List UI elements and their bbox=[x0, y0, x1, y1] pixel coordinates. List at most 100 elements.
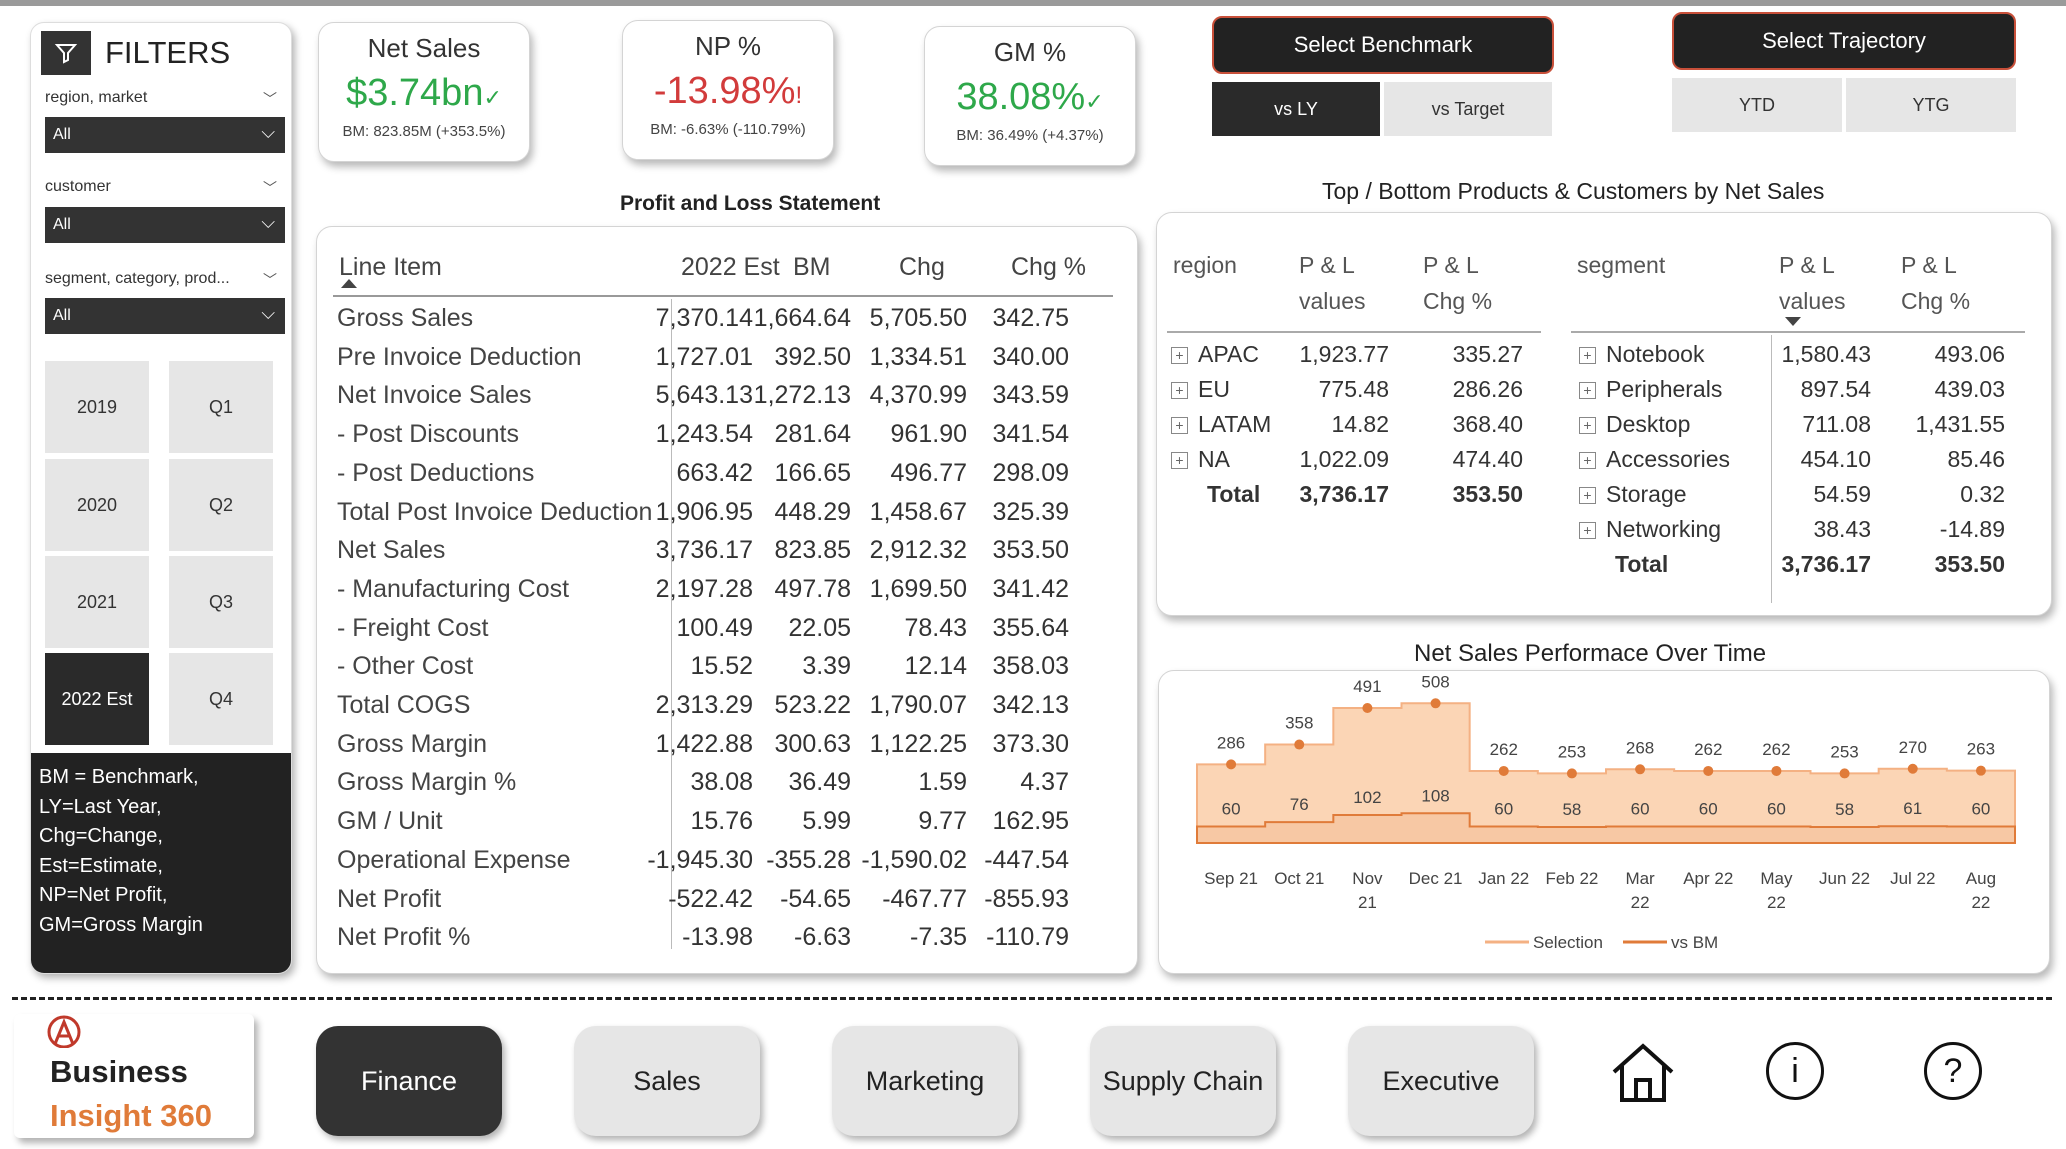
table-row[interactable]: Pre Invoice Deduction 1,727.01 392.50 1,334… bbox=[317, 343, 1107, 382]
table-row[interactable]: - Post Deductions 663.42 166.65 496.77 298.0… bbox=[317, 459, 1107, 498]
table-row[interactable]: Net Invoice Sales 5,643.13 1,272.13 4,370.9… bbox=[317, 381, 1107, 420]
trajectory-option-ytd[interactable]: YTD bbox=[1672, 78, 1842, 132]
chart-panel: 286 358 491 508 262 253 268 262 262 253 270 263 60 76… bbox=[1158, 670, 2050, 974]
expand-icon[interactable]: + bbox=[1171, 382, 1188, 400]
segment-row-desktop[interactable]: + Desktop bbox=[1579, 411, 1690, 438]
nav-executive[interactable]: Executive bbox=[1348, 1026, 1534, 1136]
region-chg: 368.40 bbox=[1452, 411, 1523, 437]
help-icon[interactable]: ? bbox=[1924, 1042, 1982, 1100]
footer-divider bbox=[12, 997, 2052, 1000]
expand-icon[interactable]: + bbox=[1579, 522, 1596, 540]
expand-icon[interactable]: + bbox=[1171, 347, 1188, 365]
segment-row-networking[interactable]: + Networking bbox=[1579, 516, 1721, 543]
region-row-latam[interactable]: + LATAM bbox=[1171, 411, 1271, 438]
expand-icon[interactable]: + bbox=[1579, 487, 1596, 505]
pl-header-chg-pct[interactable]: Chg % bbox=[1011, 253, 1086, 282]
customer-dropdown[interactable]: All ⌵ bbox=[45, 207, 285, 243]
benchmark-data-label: 60 bbox=[1699, 800, 1718, 819]
region-chg: 474.40 bbox=[1452, 446, 1523, 472]
legend-line: GM=Gross Margin bbox=[39, 913, 203, 936]
expand-icon[interactable]: + bbox=[1579, 382, 1596, 400]
pl-header-chg[interactable]: Chg bbox=[899, 253, 945, 282]
expand-icon[interactable]: + bbox=[1171, 417, 1188, 435]
region-row-eu[interactable]: + EU bbox=[1171, 376, 1230, 403]
year-tile-2019[interactable]: 2019 bbox=[45, 361, 149, 453]
check-icon: ✓ bbox=[1085, 89, 1104, 114]
kpi-value: $3.74bn✓ bbox=[346, 72, 502, 114]
segment-total-value: 3,736.17 bbox=[1781, 551, 1871, 577]
table-row[interactable]: Total Post Invoice Deduction 1,906.95 448.… bbox=[317, 498, 1107, 537]
table-row[interactable]: GM / Unit 15.76 5.99 9.77 162.95 bbox=[317, 807, 1107, 846]
benchmark-data-label: 102 bbox=[1353, 788, 1381, 807]
table-row[interactable]: Net Profit -522.42 -54.65 -467.77 -855.93 bbox=[317, 885, 1107, 924]
select-trajectory-button[interactable]: Select Trajectory bbox=[1672, 12, 2016, 70]
benchmark-data-label: 58 bbox=[1835, 800, 1854, 819]
segment-row-notebook[interactable]: + Notebook bbox=[1579, 341, 1704, 368]
segment-row-peripherals[interactable]: + Peripherals bbox=[1579, 376, 1722, 403]
chevron-down-icon: ﹀ bbox=[263, 91, 277, 107]
kpi-benchmark: BM: -6.63% (-110.79%) bbox=[650, 121, 806, 138]
filter-label-customer[interactable]: customer ﹀ bbox=[45, 178, 277, 196]
selection-point bbox=[1703, 765, 1714, 776]
table-row[interactable]: - Post Discounts 1,243.54 281.64 961.90 341.… bbox=[317, 420, 1107, 459]
year-tile-2020[interactable]: 2020 bbox=[45, 459, 149, 551]
table-row[interactable]: Gross Margin % 38.08 36.49 1.59 4.37 bbox=[317, 768, 1107, 807]
region-values-header[interactable]: P & L values bbox=[1299, 247, 1395, 319]
sort-ascending-icon bbox=[341, 279, 357, 288]
x-tick-label: 21 bbox=[1358, 893, 1377, 912]
nav-finance[interactable]: Finance bbox=[316, 1026, 502, 1136]
table-row[interactable]: Gross Margin 1,422.88 300.63 1,122.25 373.30 bbox=[317, 730, 1107, 769]
region-dropdown[interactable]: All ⌵ bbox=[45, 117, 285, 153]
nav-sales[interactable]: Sales bbox=[574, 1026, 760, 1136]
table-row[interactable]: - Other Cost 15.52 3.39 12.14 358.03 bbox=[317, 652, 1107, 691]
segment-chg: 85.46 bbox=[1947, 446, 2005, 472]
x-tick-label: Mar bbox=[1625, 869, 1655, 888]
segment-row-accessories[interactable]: + Accessories bbox=[1579, 446, 1730, 473]
benchmark-option-vs-target[interactable]: vs Target bbox=[1384, 82, 1552, 136]
segment-header[interactable]: segment bbox=[1577, 247, 1665, 283]
header-divider bbox=[333, 295, 1113, 297]
filter-label-region[interactable]: region, market ﹀ bbox=[45, 89, 277, 107]
year-tile-2021[interactable]: 2021 bbox=[45, 556, 149, 648]
table-row[interactable]: Total COGS 2,313.29 523.22 1,790.07 342.13 bbox=[317, 691, 1107, 730]
pl-header-line-item[interactable]: Line Item bbox=[339, 253, 442, 282]
quarter-tile-q1[interactable]: Q1 bbox=[169, 361, 273, 453]
year-tile-2022-est[interactable]: 2022 Est bbox=[45, 653, 149, 745]
region-chg-header[interactable]: P & L Chg % bbox=[1423, 247, 1507, 319]
segment-row-storage[interactable]: + Storage bbox=[1579, 481, 1687, 508]
table-row[interactable]: Net Profit % -13.98 -6.63 -7.35 -110.79 bbox=[317, 923, 1107, 962]
segment-values-header[interactable]: P & L values bbox=[1779, 247, 1875, 319]
table-row[interactable]: Gross Sales 7,370.14 1,664.64 5,705.50 342.7… bbox=[317, 304, 1107, 343]
segment-chg-header[interactable]: P & L Chg % bbox=[1901, 247, 1985, 319]
region-row-na[interactable]: + NA bbox=[1171, 446, 1230, 473]
table-row[interactable]: Net Sales 3,736.17 823.85 2,912.32 353.50 bbox=[317, 536, 1107, 575]
expand-icon[interactable]: + bbox=[1579, 417, 1596, 435]
segment-value: 897.54 bbox=[1800, 376, 1871, 402]
x-tick-label: Dec 21 bbox=[1409, 869, 1463, 888]
expand-icon[interactable]: + bbox=[1579, 347, 1596, 365]
select-benchmark-button[interactable]: Select Benchmark bbox=[1212, 16, 1554, 74]
trajectory-option-ytg[interactable]: YTG bbox=[1846, 78, 2016, 132]
region-header[interactable]: region bbox=[1173, 247, 1237, 283]
expand-icon[interactable]: + bbox=[1171, 452, 1188, 470]
pl-header-bm[interactable]: BM bbox=[793, 253, 831, 282]
filters-panel: FILTERS region, market ﹀ All ⌵ customer ﹀ A… bbox=[30, 22, 292, 974]
quarter-tile-q2[interactable]: Q2 bbox=[169, 459, 273, 551]
nav-supply-chain[interactable]: Supply Chain bbox=[1090, 1026, 1276, 1136]
benchmark-option-vs-ly[interactable]: vs LY bbox=[1212, 82, 1380, 136]
info-icon[interactable]: i bbox=[1766, 1042, 1824, 1100]
region-row-apac[interactable]: + APAC bbox=[1171, 341, 1259, 368]
x-tick-label: 22 bbox=[1631, 893, 1650, 912]
table-row[interactable]: - Manufacturing Cost 2,197.28 497.78 1,699.… bbox=[317, 575, 1107, 614]
home-icon[interactable] bbox=[1608, 1040, 1678, 1106]
table-row[interactable]: Operational Expense -1,945.30 -355.28 -1,59… bbox=[317, 846, 1107, 885]
quarter-tile-q3[interactable]: Q3 bbox=[169, 556, 273, 648]
segment-dropdown[interactable]: All ⌵ bbox=[45, 298, 285, 334]
pl-header-est[interactable]: 2022 Est bbox=[681, 253, 780, 282]
quarter-tile-q4[interactable]: Q4 bbox=[169, 653, 273, 745]
nav-marketing[interactable]: Marketing bbox=[832, 1026, 1018, 1136]
expand-icon[interactable]: + bbox=[1579, 452, 1596, 470]
chevron-down-icon: ⌵ bbox=[261, 303, 275, 323]
filter-label-segment[interactable]: segment, category, prod... ﹀ bbox=[45, 270, 277, 288]
table-row[interactable]: - Freight Cost 100.49 22.05 78.43 355.64 bbox=[317, 614, 1107, 653]
